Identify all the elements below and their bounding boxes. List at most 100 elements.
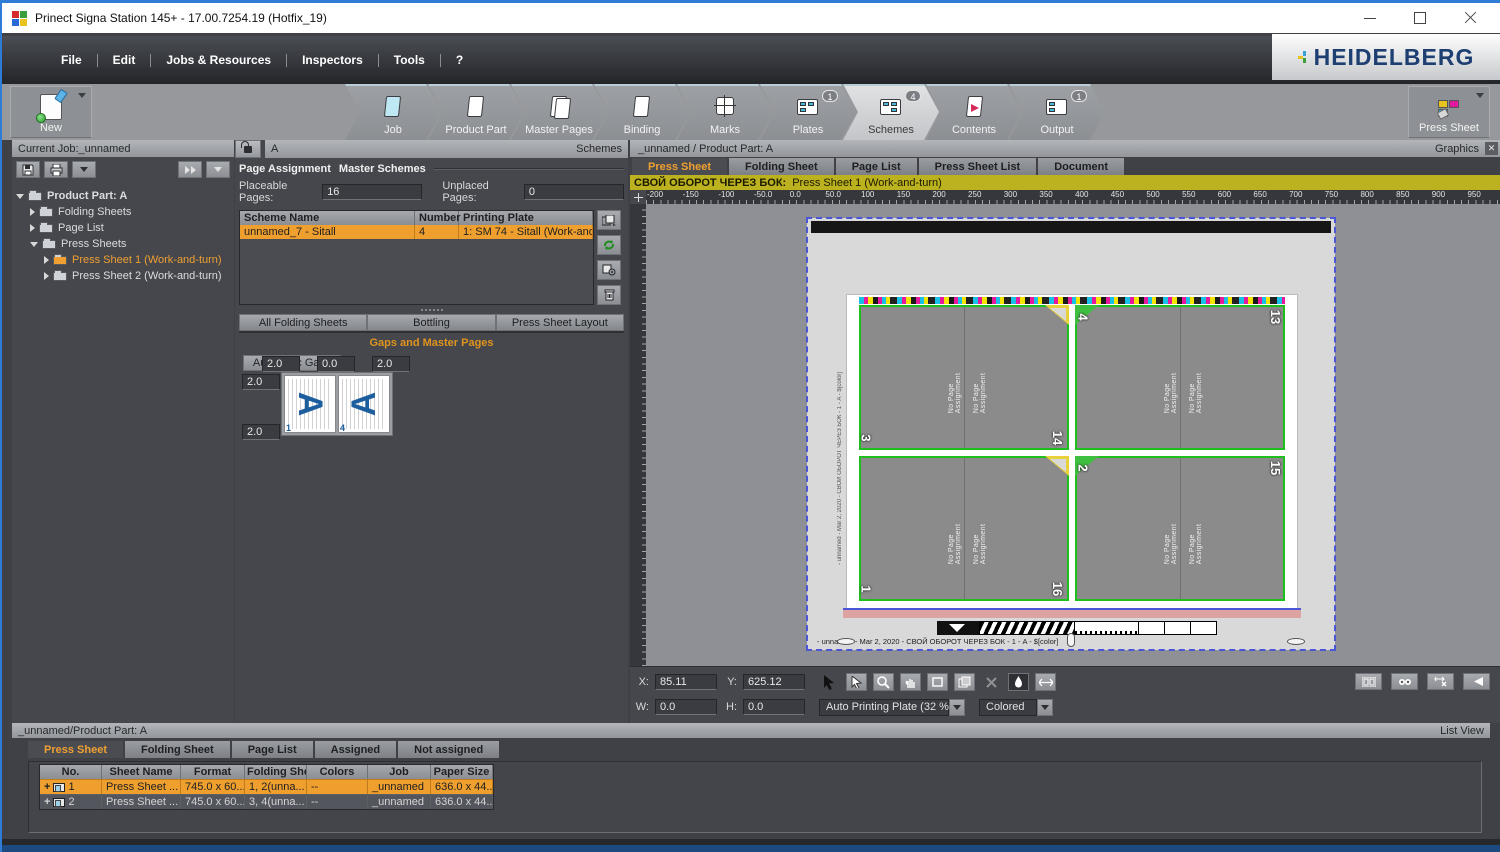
spread-top-left[interactable]: 3 No Page Assignment 14 No Page Assignme… [859, 305, 1069, 450]
page-pair-button[interactable] [1391, 673, 1418, 690]
expand-arrow-icon[interactable] [44, 256, 49, 264]
press-sheet-dropdown-arrow-icon[interactable] [1476, 93, 1484, 98]
sheet-canvas[interactable]: - unnamed - Mar 2, 2020 - СВОЙ ОБОРОТ ЧЕ… [646, 204, 1500, 666]
menu-inspectors[interactable]: Inspectors [287, 53, 378, 67]
collapse-arrow-icon[interactable] [30, 242, 38, 247]
gap-left-top-field[interactable]: 2.0 [242, 374, 280, 390]
zoom-tool[interactable] [873, 673, 894, 691]
step-plates[interactable]: 1 Plates [760, 84, 856, 140]
new-job-button[interactable]: New [10, 86, 92, 138]
tree-options-button[interactable] [72, 161, 96, 178]
crop-frame-tool[interactable] [927, 673, 948, 691]
pan-tool[interactable] [900, 673, 921, 691]
expand-arrow-icon[interactable] [30, 208, 35, 216]
save-button[interactable] [16, 161, 40, 178]
tab-press-sheet-layout[interactable]: Press Sheet Layout [496, 314, 624, 331]
step-output[interactable]: 1 Output [1009, 84, 1105, 140]
page-cell-3[interactable]: 3 No Page Assignment [861, 307, 964, 448]
col-scheme-name[interactable]: Scheme Name [240, 211, 415, 225]
step-job[interactable]: Job [345, 84, 441, 140]
gap-top-3-field[interactable]: 2.0 [372, 356, 410, 372]
tree-item-product-part[interactable]: Product Part: A [14, 188, 232, 204]
expand-row-icon[interactable]: + [44, 781, 50, 793]
cursor-tool[interactable] [819, 673, 840, 691]
col-colors[interactable]: Colors [307, 765, 368, 779]
tab-all-folding-sheets[interactable]: All Folding Sheets [239, 314, 367, 331]
w-field[interactable]: 0.0 [655, 699, 717, 715]
refresh-scheme-button[interactable] [597, 235, 621, 255]
page-cell-14[interactable]: 14 No Page Assignment [964, 307, 1068, 448]
tree-item-press-sheet-1[interactable]: Press Sheet 1 (Work-and-turn) [14, 252, 232, 268]
printing-plate[interactable]: - unnamed - Mar 2, 2020 - СВОЙ ОБОРОТ ЧЕ… [807, 218, 1335, 650]
tree-item-page-list[interactable]: Page List [14, 220, 232, 236]
press-sheet-preview[interactable]: - unnamed - Mar 2, 2020 - СВОЙ ОБОРОТ ЧЕ… [847, 295, 1297, 615]
page-cell-4[interactable]: 4 No Page Assignment [1077, 307, 1180, 448]
page-cell-15[interactable]: 15 No Page Assignment [1180, 458, 1284, 599]
step-binding[interactable]: Binding [594, 84, 690, 140]
page-assign-tool[interactable] [954, 673, 975, 691]
master-page-thumb-4[interactable]: A 4 [338, 375, 390, 433]
tab-folding-sheet[interactable]: Folding Sheet [729, 158, 834, 175]
tab-document[interactable]: Document [1038, 158, 1124, 175]
expand-row-icon[interactable]: + [44, 796, 50, 808]
plate-view-button[interactable] [1355, 673, 1382, 690]
col-sheet-name[interactable]: Sheet Name [102, 765, 181, 779]
expand-arrow-icon[interactable] [44, 272, 49, 280]
step-schemes[interactable]: 4 Schemes [843, 84, 939, 140]
print-button[interactable] [44, 161, 68, 178]
scheme-settings-button[interactable] [597, 260, 621, 280]
collapse-arrow-icon[interactable] [16, 194, 24, 199]
step-master-pages[interactable]: Master Pages [511, 84, 607, 140]
direct-select-tool[interactable] [846, 673, 867, 691]
close-button[interactable] [1464, 12, 1476, 24]
step-contents[interactable]: Contents [926, 84, 1022, 140]
gap-top-1-field[interactable]: 2.0 [262, 356, 300, 372]
page-cell-2[interactable]: 2 No Page Assignment [1077, 458, 1180, 599]
col-job[interactable]: Job [368, 765, 431, 779]
spread-bottom-left[interactable]: 1 No Page Assignment 16 No Page Assignme… [859, 456, 1069, 601]
ink-tool[interactable] [1008, 673, 1029, 691]
page-cell-1[interactable]: 1 No Page Assignment [861, 458, 964, 599]
next-view-button[interactable] [1463, 673, 1490, 690]
collapse-all-button[interactable] [206, 161, 230, 178]
duplicate-scheme-button[interactable] [597, 210, 621, 230]
press-sheet-tool-button[interactable]: Press Sheet [1408, 86, 1490, 138]
close-panel-icon[interactable]: ✕ [1485, 142, 1498, 155]
tab-list-assigned[interactable]: Assigned [315, 741, 397, 758]
x-field[interactable]: 85.11 [655, 674, 717, 690]
expand-arrow-icon[interactable] [30, 224, 35, 232]
panel-splitter[interactable] [239, 307, 624, 312]
measure-tool[interactable] [1035, 673, 1056, 691]
menu-file[interactable]: File [46, 53, 97, 67]
step-product-part[interactable]: Product Part [428, 84, 524, 140]
page-cell-13[interactable]: 13 No Page Assignment [1180, 307, 1284, 448]
col-no[interactable]: No. [40, 765, 102, 779]
gap-left-bottom-field[interactable]: 2.0 [242, 424, 280, 440]
tab-list-not-assigned[interactable]: Not assigned [398, 741, 499, 758]
col-format[interactable]: Format [181, 765, 245, 779]
tree-item-press-sheet-2[interactable]: Press Sheet 2 (Work-and-turn) [14, 268, 232, 284]
tab-page-list[interactable]: Page List [836, 158, 917, 175]
unplaced-pages-field[interactable]: 0 [524, 184, 624, 200]
page-cell-16[interactable]: 16 No Page Assignment [964, 458, 1068, 599]
table-row[interactable]: +2 Press Sheet ... 745.0 x 60... 3, 4(un… [40, 794, 493, 809]
menu-help[interactable]: ? [441, 53, 478, 67]
col-printing-plate[interactable]: Printing Plate [459, 211, 593, 225]
minimize-button[interactable] [1364, 12, 1376, 24]
menu-jobs-resources[interactable]: Jobs & Resources [151, 53, 286, 67]
master-page-thumb-1[interactable]: A 1 [284, 375, 336, 433]
delete-scheme-button[interactable] [597, 285, 621, 305]
dimension-off-button[interactable] [1427, 673, 1454, 690]
placeable-pages-field[interactable]: 16 [322, 184, 422, 200]
expand-all-button[interactable] [178, 161, 202, 178]
display-mode-select[interactable]: Colored [979, 699, 1053, 716]
spread-top-right[interactable]: 4 No Page Assignment 13 No Page Assignme… [1075, 305, 1285, 450]
tab-list-page-list[interactable]: Page List [232, 741, 313, 758]
menu-edit[interactable]: Edit [98, 53, 151, 67]
col-paper-size[interactable]: Paper Size [431, 765, 493, 779]
lock-button[interactable] [235, 140, 261, 158]
y-field[interactable]: 625.12 [743, 674, 805, 690]
step-marks[interactable]: Marks [677, 84, 773, 140]
tab-list-press-sheet[interactable]: Press Sheet [28, 741, 123, 758]
tab-press-sheet-list[interactable]: Press Sheet List [919, 158, 1037, 175]
